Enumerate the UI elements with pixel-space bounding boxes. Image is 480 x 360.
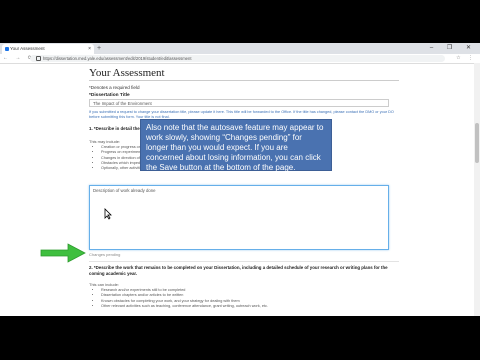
title-divider <box>89 80 399 81</box>
scrollbar-thumb[interactable] <box>475 123 479 163</box>
mouse-pointer-icon <box>104 208 112 220</box>
tab-bar: Your Assessment × + – ❐ ✕ <box>0 43 480 54</box>
tab-close-icon[interactable]: × <box>88 44 91 54</box>
may-include-label-2: This can include: <box>89 282 120 287</box>
browser-window: Your Assessment × + – ❐ ✕ ← → ⟳ https://… <box>0 43 480 316</box>
page-scrollbar[interactable] <box>474 63 480 316</box>
tab-title: Your Assessment <box>10 46 45 51</box>
new-tab-button[interactable]: + <box>97 44 101 53</box>
changes-pending-status: Changes pending <box>89 252 121 257</box>
window-controls[interactable]: – ❐ ✕ <box>430 43 477 54</box>
tab-your-assessment[interactable]: Your Assessment × <box>2 44 94 54</box>
required-note: *Denotes a required field <box>89 85 140 90</box>
green-arrow-icon <box>40 243 86 263</box>
page-title: Your Assessment <box>89 67 165 79</box>
url-text: https://dissertation.med.yale.edu/assess… <box>43 56 192 61</box>
dissertation-title-label: *Dissertation Title <box>89 93 130 98</box>
browser-menu-icons[interactable]: ☆ ⋮ <box>456 54 476 63</box>
question-2-label: 2. *Describe the work that remains to be… <box>89 265 388 276</box>
question-2-bullets: Research and/or experiments still to be … <box>95 288 268 309</box>
page-content: Your Assessment *Denotes a required fiel… <box>0 63 480 316</box>
textarea-text: Description of work already done <box>93 188 156 193</box>
url-field[interactable]: https://dissertation.med.yale.edu/assess… <box>30 55 445 62</box>
autosave-tooltip: Also note that the autosave feature may … <box>140 119 332 172</box>
favicon-icon <box>5 47 9 51</box>
dissertation-title-input[interactable]: The Impact of the Environment <box>89 99 389 107</box>
tooltip-text: Also note that the autosave feature may … <box>146 123 324 172</box>
progress-textarea[interactable]: Description of work already done <box>89 185 389 250</box>
may-include-label: This may include: <box>89 139 121 144</box>
list-item: Other relevant activities such as teachi… <box>101 304 268 309</box>
section-divider <box>89 261 399 262</box>
lock-icon <box>36 56 41 62</box>
